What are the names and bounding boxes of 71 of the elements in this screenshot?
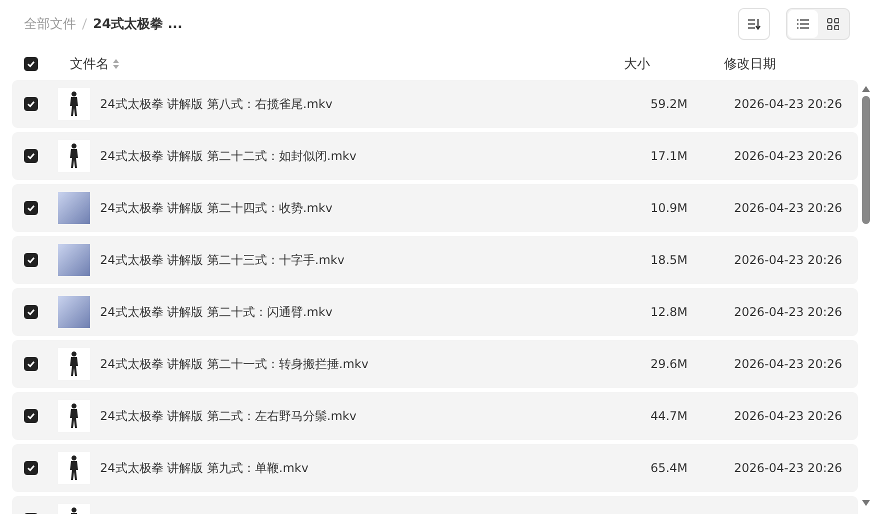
file-row[interactable]: 24式太极拳 讲解版 第二十式：闪通臂.mkv 12.8M 2026-04-23 20:26: [12, 288, 858, 336]
file-row[interactable]: 24式太极拳 讲解版 第二式：左右野马分鬃.mkv 44.7M 2026-04-23 20:26: [12, 392, 858, 440]
file-size: 59.2M: [649, 97, 689, 111]
file-row[interactable]: 24式太极拳 讲解版 第二十四式：收势.mkv 10.9M 2026-04-23 20:26: [12, 184, 858, 232]
file-date: 2026-04-23 20:26: [734, 253, 844, 267]
file-row[interactable]: 24式太极拳 讲解版 第二十一式：转身搬拦捶.mkv 29.6M 2026-04-23 20:26: [12, 340, 858, 388]
slash-separator-icon: [82, 18, 87, 30]
file-name: 24式太极拳 讲解版 第二十一式：转身搬拦捶.mkv: [100, 356, 370, 372]
scroll-up-icon[interactable]: [862, 86, 870, 92]
file-size: 12.8M: [649, 305, 689, 319]
check-icon: [27, 100, 35, 108]
file-row[interactable]: 24式太极拳 讲解版 第二十三式：十字手.mkv 18.5M 2026-04-23 20:26: [12, 236, 858, 284]
file-name: 24式太极拳 讲解版 第二十四式：收势.mkv: [100, 200, 334, 216]
file-name: 24式太极拳 讲解版 第二十二式：如封似闭.mkv: [100, 148, 358, 164]
list-icon: [797, 19, 809, 29]
file-date: 2026-04-23 20:26: [734, 305, 844, 319]
checkbox[interactable]: [24, 305, 38, 319]
check-icon: [27, 152, 35, 160]
sort-button[interactable]: [738, 8, 770, 40]
file-name: 24式太极拳 讲解版 第二式：左右野马分鬃.mkv: [100, 408, 358, 424]
video-thumbnail: [58, 192, 90, 224]
file-size: 10.9M: [649, 201, 689, 215]
file-size: 18.5M: [649, 253, 689, 267]
scroll-down-icon[interactable]: [862, 500, 870, 506]
video-thumbnail: [58, 244, 90, 276]
file-date: 2026-04-23 20:26: [734, 357, 844, 371]
file-name: 24式太极拳 讲解版 第八式：右揽雀尾.mkv: [100, 96, 334, 112]
person-figure-icon: [68, 91, 80, 117]
checkbox[interactable]: [24, 201, 38, 215]
person-figure-icon: [68, 455, 80, 481]
file-name: 24式太极拳 讲解版 第二十三式：十字手.mkv: [100, 252, 346, 268]
check-icon: [27, 464, 35, 472]
file-row[interactable]: 24式太极拳 讲解版 第九式：单鞭.mkv 65.4M 2026-04-23 20:26: [12, 444, 858, 492]
person-figure-icon: [68, 351, 80, 377]
column-header[interactable]: 大小: [572, 55, 702, 73]
file-size: 29.6M: [649, 357, 689, 371]
check-icon: [27, 308, 35, 316]
check-icon: [27, 60, 35, 68]
file-name: 24式太极拳 讲解版 第九式：单鞭.mkv: [100, 460, 310, 476]
file-row[interactable]: 24式太极拳 讲解版 第八式：右揽雀尾.mkv 59.2M 2026-04-23 20:26: [12, 80, 858, 128]
video-thumbnail: [58, 296, 90, 328]
person-figure-icon: [68, 143, 80, 169]
file-size: 65.4M: [649, 461, 689, 475]
sort-icon: [747, 18, 761, 30]
breadcrumb-item: 24式太极拳 ...: [93, 16, 182, 33]
check-icon: [27, 256, 35, 264]
file-date: 2026-04-23 20:26: [734, 97, 844, 111]
list-view-button[interactable]: [788, 10, 818, 38]
checkbox[interactable]: [24, 97, 38, 111]
checkbox[interactable]: [24, 57, 38, 71]
file-date: 2026-04-23 20:26: [734, 149, 844, 163]
check-icon: [27, 412, 35, 420]
checkbox[interactable]: [24, 357, 38, 371]
column-header[interactable]: 修改日期: [702, 55, 842, 73]
file-date: 2026-04-23 20:26: [734, 409, 844, 423]
scrollbar-thumb[interactable]: [862, 96, 870, 224]
file-date: 2026-04-23 20:26: [734, 201, 844, 215]
checkbox[interactable]: [24, 149, 38, 163]
grid-icon: [827, 18, 839, 30]
person-figure-icon: [68, 403, 80, 429]
check-icon: [27, 204, 35, 212]
column-header[interactable]: 文件名: [70, 55, 109, 73]
file-date: 2026-04-23 20:26: [734, 461, 844, 475]
file-size: 17.1M: [649, 149, 689, 163]
file-size: 44.7M: [649, 409, 689, 423]
checkbox[interactable]: [24, 409, 38, 423]
file-name: 24式太极拳 讲解版 第二十式：闪通臂.mkv: [100, 304, 334, 320]
file-row[interactable]: 24式太极拳 讲解版 第二十二式：如封似闭.mkv 17.1M 2026-04-23 20:26: [12, 132, 858, 180]
check-icon: [27, 360, 35, 368]
checkbox[interactable]: [24, 253, 38, 267]
checkbox[interactable]: [24, 461, 38, 475]
